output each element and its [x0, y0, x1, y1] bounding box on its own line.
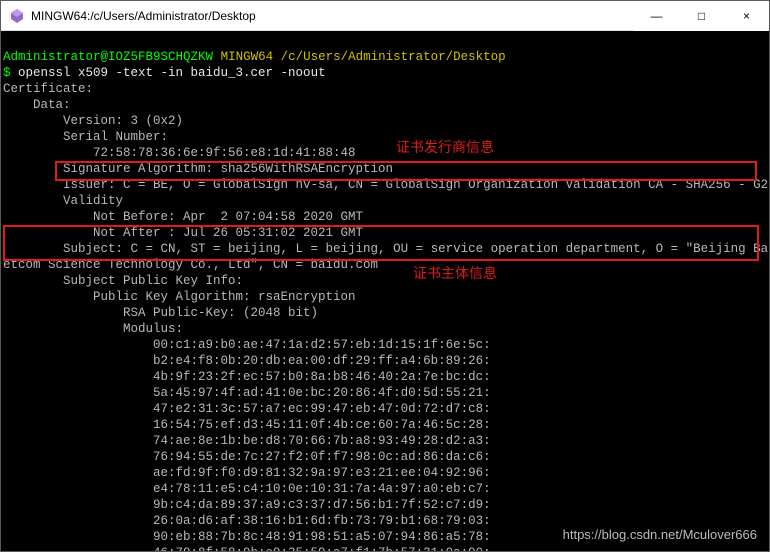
out-modulus: 5a:45:97:4f:ad:41:0e:bc:20:86:4f:d0:5d:5…: [3, 386, 491, 400]
window-title: MINGW64:/c/Users/Administrator/Desktop: [31, 9, 634, 23]
title-bar[interactable]: MINGW64:/c/Users/Administrator/Desktop —…: [1, 1, 769, 31]
out-modulus: 74:ae:8e:1b:be:d8:70:66:7b:a8:93:49:28:d…: [3, 434, 491, 448]
annotation-label-issuer: 证书发行商信息: [396, 139, 494, 155]
window-frame: MINGW64:/c/Users/Administrator/Desktop —…: [0, 0, 770, 552]
prompt-userhost: Administrator@IOZ5FB9SCHQZKW: [3, 50, 213, 64]
prompt-env: MINGW64: [221, 50, 274, 64]
out-line: Not Before: Apr 2 07:04:58 2020 GMT: [3, 210, 363, 224]
out-modulus: 47:e2:31:3c:57:a7:ec:99:47:eb:47:0d:72:d…: [3, 402, 491, 416]
out-line: Modulus:: [3, 322, 183, 336]
out-issuer: Issuer: C = BE, O = GlobalSign nv-sa, CN…: [3, 178, 768, 192]
out-modulus: b2:e4:f8:0b:20:db:ea:00:df:29:ff:a4:6b:8…: [3, 354, 491, 368]
out-modulus: 16:54:75:ef:d3:45:11:0f:4b:ce:60:7a:46:5…: [3, 418, 491, 432]
out-modulus: 4b:9f:23:2f:ec:57:b0:8a:b8:46:40:2a:7e:b…: [3, 370, 491, 384]
out-line: Signature Algorithm: sha256WithRSAEncryp…: [3, 162, 393, 176]
out-line: RSA Public-Key: (2048 bit): [3, 306, 318, 320]
watermark: https://blog.csdn.net/Mculover666: [563, 527, 757, 543]
out-line: Data:: [3, 98, 71, 112]
out-modulus: 76:94:55:de:7c:27:f2:0f:f7:98:0c:ad:86:d…: [3, 450, 491, 464]
window-controls: — □ ×: [634, 1, 769, 30]
out-modulus: 90:eb:88:7b:8c:48:91:98:51:a5:07:94:86:a…: [3, 530, 491, 544]
command-text: openssl x509 -text -in baidu_3.cer -noou…: [18, 66, 326, 80]
out-subject-a: Subject: C = CN, ST = beijing, L = beiji…: [3, 242, 769, 256]
out-line: Subject Public Key Info:: [3, 274, 243, 288]
out-line: Serial Number:: [3, 130, 168, 144]
close-button[interactable]: ×: [724, 1, 769, 31]
out-modulus: 00:c1:a9:b0:ae:47:1a:d2:57:eb:1d:15:1f:6…: [3, 338, 491, 352]
out-line: Not After : Jul 26 05:31:02 2021 GMT: [3, 226, 363, 240]
out-modulus: e4:78:11:e5:c4:10:0e:10:31:7a:4a:97:a0:e…: [3, 482, 491, 496]
prompt-cwd: /c/Users/Administrator/Desktop: [281, 50, 506, 64]
out-modulus: ae:fd:9f:f0:d9:81:32:9a:97:e3:21:ee:04:9…: [3, 466, 491, 480]
out-line: Public Key Algorithm: rsaEncryption: [3, 290, 356, 304]
minimize-button[interactable]: —: [634, 1, 679, 31]
out-modulus: 46:79:8f:58:9b:e9:35:59:a7:f1:7b:57:31:0…: [3, 546, 491, 551]
out-modulus: 9b:c4:da:89:37:a9:c3:37:d7:56:b1:7f:52:c…: [3, 498, 491, 512]
app-icon: [9, 8, 25, 24]
terminal[interactable]: Administrator@IOZ5FB9SCHQZKW MINGW64 /c/…: [1, 31, 769, 551]
out-line: Validity: [3, 194, 123, 208]
out-line: Certificate:: [3, 82, 93, 96]
out-line: Version: 3 (0x2): [3, 114, 183, 128]
out-subject-b: etcom Science Technology Co., Ltd", CN =…: [3, 258, 378, 272]
out-line: 72:58:78:36:6e:9f:56:e8:1d:41:88:48: [3, 146, 356, 160]
out-modulus: 26:0a:d6:af:38:16:b1:6d:fb:73:79:b1:68:7…: [3, 514, 491, 528]
annotation-label-subject: 证书主体信息: [413, 265, 497, 281]
maximize-button[interactable]: □: [679, 1, 724, 31]
prompt-symbol: $: [3, 66, 18, 80]
